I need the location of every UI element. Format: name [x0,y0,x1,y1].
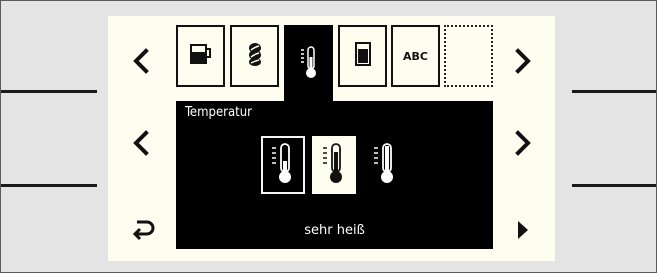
chevron-right-icon [513,48,533,74]
thermometer-high-icon [322,142,346,188]
back-button[interactable] [123,210,163,250]
nav-right-middle-button[interactable] [503,123,543,163]
temp-option-very-high[interactable] [363,136,407,194]
temp-option-high[interactable] [312,136,356,194]
tab-water-tank[interactable] [338,25,387,87]
side-line-right-top [572,90,656,93]
chevron-left-icon [131,130,151,156]
thermometer-very-high-icon [373,142,397,188]
play-right-icon [515,219,531,241]
side-line-right-bottom [572,184,656,187]
display-screen: ABC Temperatur sehr heiß [108,16,555,261]
tab-mug[interactable] [176,25,225,87]
nav-right-top-button[interactable] [503,41,543,81]
panel-title: Temperatur [185,105,252,120]
thermometer-icon [300,45,318,83]
tab-abc-label: ABC [403,49,428,63]
water-tank-icon [354,41,372,71]
temp-option-low[interactable] [261,136,305,194]
chevron-left-icon [131,48,151,74]
thermometer-low-icon [271,142,295,188]
side-line-left-bottom [1,184,97,187]
tab-beans[interactable] [230,25,279,87]
selected-temperature-label: sehr heiß [304,223,365,238]
side-line-left-top [1,90,97,93]
temperature-panel: Temperatur sehr heiß [176,101,493,249]
tab-temperature[interactable] [284,25,333,102]
device-bezel: ABC Temperatur sehr heiß [0,0,657,273]
tab-abc[interactable]: ABC [391,25,440,87]
chevron-right-icon [513,130,533,156]
tab-empty[interactable] [444,25,493,87]
nav-left-middle-button[interactable] [121,123,161,163]
coffee-beans-icon [246,41,264,71]
nav-left-top-button[interactable] [121,41,161,81]
next-button[interactable] [503,210,543,250]
mug-icon [189,43,213,69]
back-arrow-icon [130,218,156,242]
